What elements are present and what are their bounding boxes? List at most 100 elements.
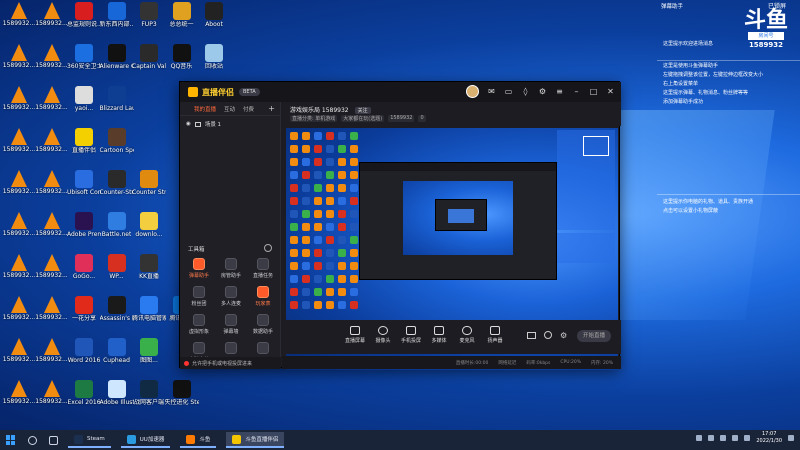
desktop-icon[interactable]: Alienware Creati... (100, 44, 134, 78)
cast-footer[interactable]: 允许把手机或电视投屏进来 (180, 357, 281, 369)
minimize-icon[interactable]: – (572, 87, 581, 96)
bell-icon[interactable]: ◊ (521, 87, 530, 96)
tab-interact[interactable]: 互动 (224, 105, 235, 113)
tab-my-live[interactable]: 我的直播 (194, 105, 216, 113)
desktop-icon[interactable]: Counter Strike Global... (132, 170, 166, 204)
desktop-icon[interactable]: 1589932... (35, 44, 69, 78)
control-camera[interactable]: 摄像头 (370, 326, 396, 344)
taskbar-app[interactable]: 斗鱼 (180, 432, 217, 448)
desktop-icon[interactable]: Aboot (197, 2, 231, 36)
version-pill[interactable]: BETA (239, 88, 260, 96)
desktop-icon[interactable]: 1589932... (35, 380, 69, 414)
room-category[interactable]: 直播分类: 单机游戏 (290, 115, 338, 122)
tray-icon[interactable] (696, 435, 703, 441)
desktop-icon[interactable]: 1589932... (2, 338, 36, 372)
desktop-icon[interactable]: 1589932... (35, 2, 69, 36)
search-icon[interactable] (28, 435, 37, 445)
taskbar-app[interactable]: 斗鱼直播伴侣 (226, 432, 285, 448)
clock[interactable]: 17:07 2022/1/30 (756, 431, 782, 445)
desktop-icon[interactable]: 回收站 (197, 44, 231, 78)
desktop-icon[interactable]: 新东西内部... (100, 2, 134, 36)
desktop-icon[interactable]: FUP3 (132, 2, 166, 36)
desktop-icon[interactable]: 1589932... (35, 212, 69, 246)
desktop-icon[interactable]: 腾讯电脑管家 (132, 296, 166, 330)
desktop-icon[interactable]: Cartoon Speed... (100, 128, 134, 162)
danmaku-helper-overlay[interactable]: 弹幕助手 已锁屏 斗鱼 房间号 1589932 这里提示欢迎进场消息 这里是使用… (657, 0, 800, 245)
close-icon[interactable]: ✕ (606, 87, 615, 96)
desktop-icon[interactable]: Excel 2016 (67, 380, 101, 414)
desktop-icon[interactable]: Word 2016 (67, 338, 101, 372)
control-media[interactable]: 多媒体 (426, 326, 452, 344)
desktop-icon[interactable]: 战网客户端 (132, 380, 166, 414)
desktop-icon[interactable]: Blizzard Launcher (100, 86, 134, 120)
desktop-icon[interactable]: 1589932... (2, 86, 36, 120)
desktop-icon[interactable]: yaoi... (67, 86, 101, 120)
add-scene-icon[interactable]: + (268, 104, 275, 113)
desktop-icon[interactable]: 图图... (132, 338, 166, 372)
desktop-icon[interactable]: 1589932... (2, 380, 36, 414)
control-speaker[interactable]: 扬声器 (482, 326, 508, 344)
control-phone-cast[interactable]: 手机投屏 (398, 326, 424, 344)
tab-paid[interactable]: 付费 (243, 105, 254, 113)
eye-icon[interactable]: ◉ (186, 121, 191, 127)
start-button[interactable] (6, 435, 16, 445)
desktop-icon[interactable]: 1589932... (2, 254, 36, 288)
desktop-icon[interactable]: 一花分享 (67, 296, 101, 330)
tools-expand-icon[interactable] (264, 244, 272, 252)
room-topic[interactable]: 大家都在玩(选题) (341, 115, 385, 122)
taskbar-app[interactable]: Steam (68, 432, 111, 448)
desktop-icon[interactable]: 1589932... (2, 2, 36, 36)
desktop-icon[interactable]: 1589932... (2, 44, 36, 78)
desktop-icon[interactable]: 1589932... (35, 128, 69, 162)
tool-item[interactable]: 多人连麦 (216, 286, 246, 307)
desktop-icon[interactable]: Counter-Strike... (100, 170, 134, 204)
task-view-icon[interactable] (49, 435, 58, 445)
tool-item[interactable]: 直播任务 (248, 258, 278, 279)
tray-icon[interactable] (708, 435, 715, 441)
desktop-icon[interactable]: Ubisoft Connect (67, 170, 101, 204)
message-icon[interactable]: ▭ (504, 87, 513, 96)
desktop-icon[interactable]: Adobe Premiere (67, 212, 101, 246)
desktop-icon[interactable]: Battle.net (100, 212, 134, 246)
desktop-icon[interactable]: downlo... (132, 212, 166, 246)
desktop-icon[interactable]: Captain Valley (132, 44, 166, 78)
desktop-icon[interactable]: Adobe Illustrator... (100, 380, 134, 414)
desktop-icon[interactable]: 1589932... (35, 296, 69, 330)
desktop-icon[interactable]: 1589932... (35, 170, 69, 204)
start-live-button[interactable]: 开始直播 (577, 330, 611, 342)
tool-item[interactable]: 房管助手 (216, 258, 246, 279)
tool-item[interactable]: 弹幕助手 (184, 258, 214, 279)
record-icon[interactable] (527, 332, 536, 339)
desktop-icon[interactable]: 1589932... (35, 254, 69, 288)
desktop-icon[interactable]: 360安全卫士 (67, 44, 101, 78)
desktop-icon[interactable]: 1589932... (2, 128, 36, 162)
desktop-icon[interactable]: GoGo... (67, 254, 101, 288)
desktop-icon[interactable]: 直播伴侣 (67, 128, 101, 162)
control-microphone[interactable]: 麦克风 (454, 326, 480, 344)
gear-icon[interactable]: ⚙ (560, 331, 567, 340)
tool-item[interactable]: 弹幕墙 (216, 314, 246, 335)
tray-icon[interactable] (720, 435, 727, 441)
desktop-icon[interactable]: Assassin's Creed V... (100, 296, 134, 330)
network-icon[interactable] (732, 435, 739, 441)
taskbar-app[interactable]: UU加速器 (120, 432, 171, 448)
room-title[interactable]: 游戏娱乐局 1589932 (290, 107, 349, 114)
volume-icon[interactable] (744, 435, 751, 441)
notification-icon[interactable] (788, 435, 794, 441)
desktop-icon[interactable]: 失控进化 Steam... (165, 380, 199, 414)
desktop-icon[interactable]: QQ音乐 (165, 44, 199, 78)
desktop-icon[interactable]: WP... (100, 254, 134, 288)
desktop-icon[interactable]: 1589932... (2, 296, 36, 330)
mail-icon[interactable]: ✉ (487, 87, 496, 96)
desktop-icon[interactable]: 1589932... (2, 170, 36, 204)
tool-item[interactable]: 玩家表 (248, 286, 278, 307)
maximize-icon[interactable]: □ (589, 87, 598, 96)
desktop-icon[interactable]: 1589932... (35, 338, 69, 372)
tool-item[interactable]: 粉丝团 (184, 286, 214, 307)
desktop-icon[interactable]: 总总统一 (165, 2, 199, 36)
desktop-icon[interactable]: 总监规则说... (67, 2, 101, 36)
desktop-icon[interactable]: Cuphead (100, 338, 134, 372)
desktop-icon[interactable]: KK直播 (132, 254, 166, 288)
room-tag[interactable]: 关注 (354, 107, 371, 114)
user-avatar[interactable] (466, 85, 479, 98)
